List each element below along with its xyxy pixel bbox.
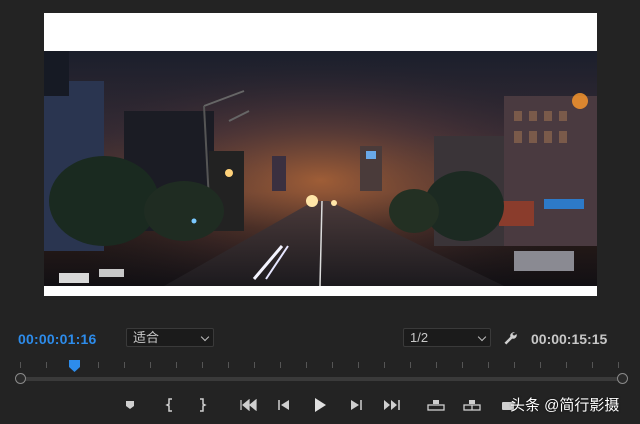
step-forward-icon[interactable] [346, 396, 366, 414]
zoom-level-select[interactable]: 适合 [126, 328, 214, 347]
playback-resolution-value: 1/2 [410, 330, 429, 345]
video-preview [44, 51, 597, 286]
zoom-scrollbar[interactable] [15, 373, 628, 385]
scrollbar-left-handle[interactable] [15, 373, 26, 384]
scrollbar-track[interactable] [21, 377, 622, 381]
chevron-down-icon [200, 332, 210, 342]
lift-icon[interactable] [426, 396, 446, 414]
zoom-level-value: 适合 [133, 330, 160, 345]
play-icon[interactable] [310, 396, 330, 414]
step-back-icon[interactable] [274, 396, 294, 414]
mark-out-icon[interactable] [192, 396, 212, 414]
duration-display: 00:00:15:15 [531, 331, 608, 347]
marker-icon[interactable] [120, 396, 140, 414]
watermark-text: 头条 @简行影摄 [510, 397, 620, 414]
playhead-handle[interactable] [69, 359, 80, 372]
night-street-scene [44, 51, 597, 286]
time-ruler[interactable] [16, 358, 626, 372]
extract-icon[interactable] [462, 396, 482, 414]
go-to-in-icon[interactable] [238, 396, 258, 414]
current-time-display[interactable]: 00:00:01:16 [18, 331, 96, 347]
go-to-out-icon[interactable] [382, 396, 402, 414]
playback-resolution-select[interactable]: 1/2 [403, 328, 491, 347]
program-monitor-frame [44, 13, 597, 296]
wrench-icon[interactable] [502, 330, 518, 346]
chevron-down-icon [477, 332, 487, 342]
scrollbar-right-handle[interactable] [617, 373, 628, 384]
mark-in-icon[interactable] [160, 396, 180, 414]
